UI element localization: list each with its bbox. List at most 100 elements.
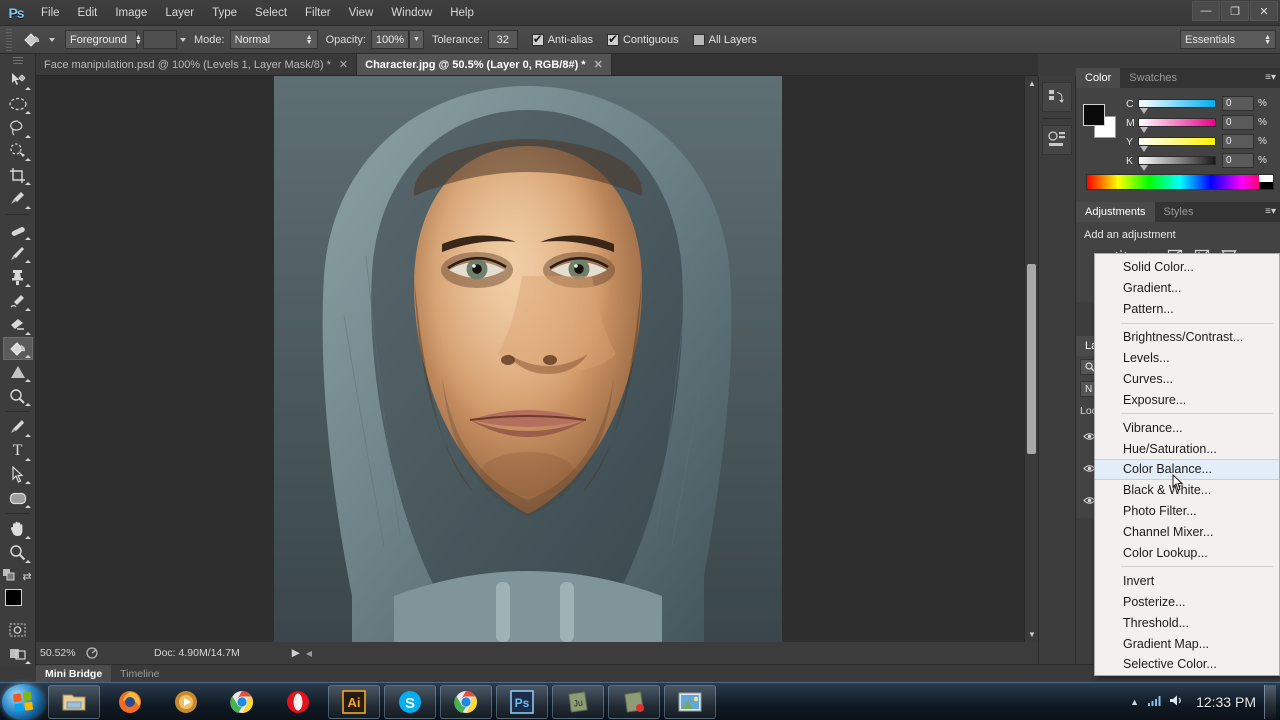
menu-file[interactable]: File: [32, 0, 69, 26]
menu-item-color-balance[interactable]: Color Balance...: [1095, 459, 1279, 480]
tab-mini-bridge[interactable]: Mini Bridge: [36, 665, 111, 683]
clone-stamp-tool[interactable]: [3, 265, 33, 289]
menu-edit[interactable]: Edit: [69, 0, 107, 26]
color-swatches[interactable]: [5, 589, 31, 613]
eyedropper-tool[interactable]: [3, 187, 33, 211]
rounded-rectangle-tool[interactable]: [3, 486, 33, 510]
menu-window[interactable]: Window: [382, 0, 441, 26]
menu-item-color-lookup[interactable]: Color Lookup...: [1095, 543, 1279, 564]
menu-layer[interactable]: Layer: [156, 0, 203, 26]
quick-selection-tool[interactable]: [3, 140, 33, 164]
status-thumbnail-icon[interactable]: [82, 647, 102, 659]
taskbar-photoshop[interactable]: Ps: [496, 685, 548, 719]
taskbar-windows-explorer[interactable]: [48, 685, 100, 719]
show-hidden-icons-icon[interactable]: ▲: [1130, 697, 1139, 707]
tools-panel-grip[interactable]: [13, 57, 23, 66]
color-spectrum-ramp[interactable]: [1086, 174, 1274, 190]
black-slider-knob[interactable]: [1140, 165, 1148, 171]
tab-timeline[interactable]: Timeline: [111, 665, 168, 683]
menu-item-solid-color[interactable]: Solid Color...: [1095, 257, 1279, 278]
network-icon[interactable]: [1147, 694, 1162, 710]
menu-item-gradient-map[interactable]: Gradient Map...: [1095, 633, 1279, 654]
menu-item-hue-saturation[interactable]: Hue/Saturation...: [1095, 438, 1279, 459]
cyan-slider[interactable]: [1138, 99, 1216, 108]
menu-item-vibrance[interactable]: Vibrance...: [1095, 417, 1279, 438]
menu-item-pattern[interactable]: Pattern...: [1095, 299, 1279, 320]
menu-type[interactable]: Type: [203, 0, 246, 26]
taskbar-photo-viewer[interactable]: [664, 685, 716, 719]
minimize-button[interactable]: —: [1192, 1, 1220, 21]
cyan-slider-knob[interactable]: [1140, 108, 1148, 114]
magenta-slider[interactable]: [1138, 118, 1216, 127]
taskbar-skype[interactable]: S: [384, 685, 436, 719]
new-adjustment-layer-menu[interactable]: Solid Color... Gradient... Pattern... Br…: [1094, 253, 1280, 676]
tolerance-input[interactable]: 32: [488, 30, 518, 49]
vertical-scroll-thumb[interactable]: [1027, 264, 1036, 454]
spectrum-white[interactable]: [1259, 175, 1273, 182]
hand-tool[interactable]: [3, 517, 33, 541]
status-resize-icon[interactable]: ◀: [306, 649, 312, 658]
taskbar-chrome-window[interactable]: [440, 685, 492, 719]
magenta-value[interactable]: 0: [1222, 115, 1254, 130]
options-bar-grip[interactable]: [6, 29, 12, 51]
tab-swatches[interactable]: Swatches: [1120, 68, 1186, 88]
close-icon[interactable]: ✕: [339, 58, 348, 71]
magenta-slider-knob[interactable]: [1140, 127, 1148, 133]
default-colors-icon[interactable]: [3, 569, 16, 585]
menu-view[interactable]: View: [340, 0, 383, 26]
menu-item-exposure[interactable]: Exposure...: [1095, 389, 1279, 410]
black-slider[interactable]: [1138, 156, 1216, 165]
horizontal-type-tool[interactable]: T: [3, 439, 33, 463]
menu-item-posterize[interactable]: Posterize...: [1095, 591, 1279, 612]
all-layers-checkbox[interactable]: All Layers: [693, 34, 757, 46]
history-panel-icon[interactable]: [1042, 82, 1072, 112]
yellow-value[interactable]: 0: [1222, 134, 1254, 149]
menu-item-black-and-white[interactable]: Black & White...: [1095, 480, 1279, 501]
tab-color[interactable]: Color: [1076, 68, 1120, 88]
close-button[interactable]: ✕: [1250, 1, 1278, 21]
menu-image[interactable]: Image: [106, 0, 156, 26]
color-panel-swatches[interactable]: [1083, 104, 1117, 138]
document-image[interactable]: [274, 76, 782, 642]
pattern-swatch[interactable]: [143, 30, 177, 49]
crop-tool[interactable]: [3, 163, 33, 187]
eraser-tool[interactable]: [3, 313, 33, 337]
rectangular-marquee-tool[interactable]: [3, 92, 33, 116]
path-selection-tool[interactable]: [3, 463, 33, 487]
restore-button[interactable]: ❐: [1221, 1, 1249, 21]
clock[interactable]: 12:33 PM: [1196, 694, 1256, 710]
taskbar-illustrator[interactable]: Ai: [328, 685, 380, 719]
history-brush-tool[interactable]: [3, 289, 33, 313]
canvas-area[interactable]: ▲ ▼: [36, 76, 1038, 642]
screen-mode-icon[interactable]: [3, 642, 33, 666]
zoom-tool[interactable]: [3, 541, 33, 565]
tool-preset-chevron-icon[interactable]: [49, 38, 55, 42]
tab-adjustments[interactable]: Adjustments: [1076, 202, 1155, 222]
paint-bucket-tool[interactable]: [3, 337, 33, 361]
document-tab-character[interactable]: Character.jpg @ 50.5% (Layer 0, RGB/8#) …: [357, 54, 612, 75]
menu-item-curves[interactable]: Curves...: [1095, 368, 1279, 389]
tab-styles[interactable]: Styles: [1155, 202, 1203, 222]
show-desktop-button[interactable]: [1264, 685, 1276, 719]
blur-tool[interactable]: [3, 384, 33, 408]
zoom-level[interactable]: 50.52%: [36, 647, 82, 659]
taskbar-firefox[interactable]: [104, 685, 156, 719]
brush-tool[interactable]: [3, 242, 33, 266]
canvas-vertical-scrollbar[interactable]: ▲ ▼: [1024, 76, 1038, 642]
taskbar-chrome[interactable]: [216, 685, 268, 719]
color-panel-menu-icon[interactable]: ≡▾: [1265, 72, 1276, 83]
contiguous-checkbox[interactable]: Contiguous: [607, 34, 679, 46]
anti-alias-checkbox[interactable]: Anti-alias: [532, 34, 593, 46]
menu-item-gradient[interactable]: Gradient...: [1095, 278, 1279, 299]
cyan-value[interactable]: 0: [1222, 96, 1254, 111]
menu-item-photo-filter[interactable]: Photo Filter...: [1095, 501, 1279, 522]
taskbar-image-file[interactable]: Ju: [552, 685, 604, 719]
yellow-slider-knob[interactable]: [1140, 146, 1148, 152]
menu-item-invert[interactable]: Invert: [1095, 570, 1279, 591]
opacity-input[interactable]: 100%: [371, 30, 409, 49]
adjustments-panel-menu-icon[interactable]: ≡▾: [1265, 206, 1276, 217]
document-tab-face-manipulation[interactable]: Face manipulation.psd @ 100% (Levels 1, …: [36, 54, 357, 75]
lasso-tool[interactable]: [3, 116, 33, 140]
scroll-down-icon[interactable]: ▼: [1028, 630, 1036, 639]
scroll-up-icon[interactable]: ▲: [1028, 79, 1036, 88]
